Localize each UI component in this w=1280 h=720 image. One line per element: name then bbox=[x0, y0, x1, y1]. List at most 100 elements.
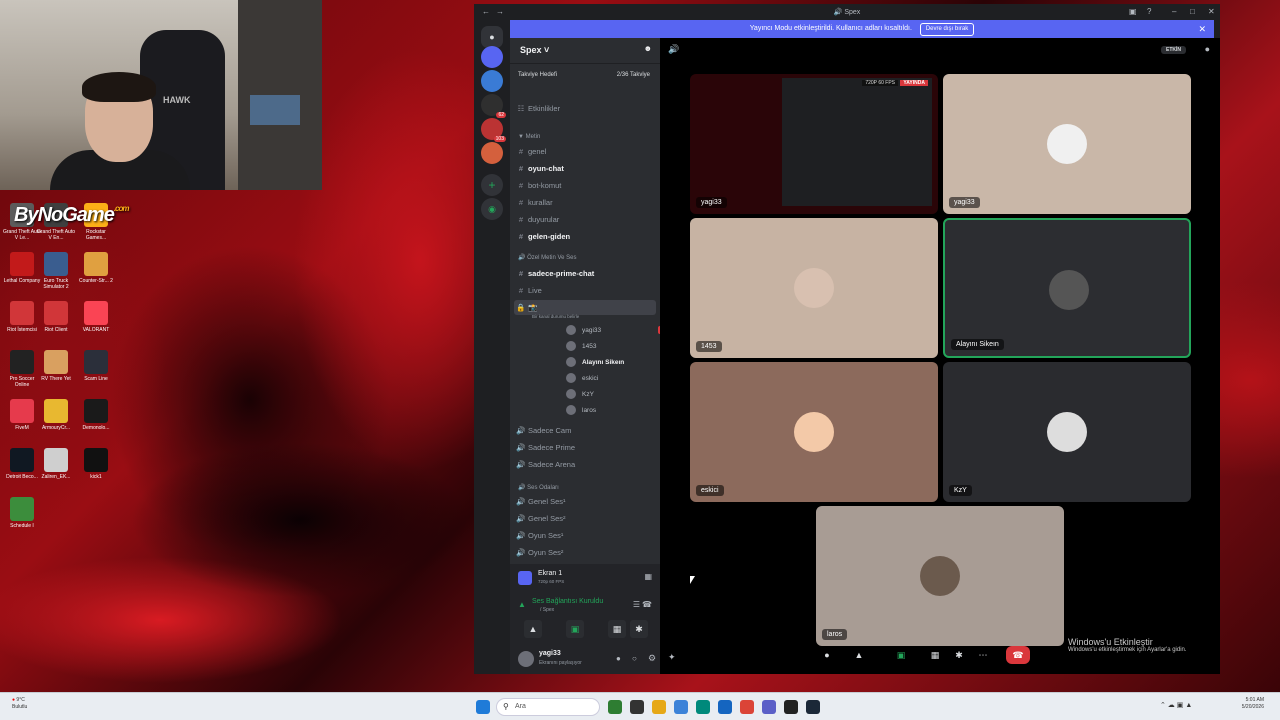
video-tile[interactable]: yagi33 bbox=[943, 74, 1191, 214]
github-icon[interactable] bbox=[784, 700, 798, 714]
mic-icon[interactable]: ● bbox=[616, 654, 621, 663]
stage-activities-icon[interactable]: ▦ bbox=[926, 646, 944, 664]
server-icon[interactable] bbox=[481, 70, 503, 92]
maximize-icon[interactable]: □ bbox=[1190, 7, 1195, 16]
text-channel[interactable]: # oyun-chat bbox=[514, 161, 656, 176]
special-channel[interactable]: # Live bbox=[514, 283, 656, 298]
text-channel[interactable]: # duyurular bbox=[514, 212, 656, 227]
activities-icon[interactable]: ▦ bbox=[608, 620, 626, 638]
chat-bubble-icon[interactable]: ● bbox=[1205, 44, 1210, 54]
disconnect-icon[interactable]: ☎ bbox=[642, 600, 652, 609]
stop-stream-icon[interactable]: ▦ bbox=[644, 572, 652, 581]
add-friend-icon[interactable]: ☻ bbox=[644, 44, 652, 53]
desktop-icon[interactable]: Counter-Str... 2 bbox=[76, 252, 116, 284]
desktop-icon[interactable]: Zaliren_EK... bbox=[36, 448, 76, 480]
voice-room[interactable]: 🔊 Genel Ses¹ bbox=[514, 494, 656, 509]
hash-icon: # bbox=[518, 198, 524, 207]
steam-icon[interactable] bbox=[806, 700, 820, 714]
desktop-icon[interactable]: Demonolo... bbox=[76, 399, 116, 431]
channel-name: Genel Ses² bbox=[528, 514, 566, 523]
server-icon[interactable]: 62 bbox=[481, 94, 506, 118]
connection-title[interactable]: Ses Bağlantısı Kuruldu bbox=[532, 598, 603, 605]
server-icon[interactable] bbox=[481, 46, 503, 68]
desktop-icon[interactable]: kick1 bbox=[76, 448, 116, 480]
clock[interactable]: 5:01 AM 5/20/2026 bbox=[1226, 697, 1264, 711]
text-channel[interactable]: # genel bbox=[514, 144, 656, 159]
voice-room[interactable]: 🔊 Genel Ses² bbox=[514, 511, 656, 526]
voice-channel[interactable]: 🔊 Sadece Cam bbox=[514, 423, 656, 438]
desktop-icon[interactable]: VALORANT bbox=[76, 301, 116, 333]
screen-share-icon[interactable]: ▣ bbox=[566, 620, 584, 638]
store-icon[interactable] bbox=[696, 700, 710, 714]
desktop-icon[interactable]: ArmouryCr... bbox=[36, 399, 76, 431]
inbox-icon[interactable]: ▣ bbox=[1129, 7, 1137, 16]
voice-channel[interactable]: 🔊 Sadece Arena bbox=[514, 457, 656, 472]
soundboard-icon[interactable]: ✱ bbox=[630, 620, 648, 638]
server-header[interactable]: Spex ˅ ☻ bbox=[510, 38, 660, 64]
video-tile[interactable]: KzY bbox=[943, 362, 1191, 502]
category-metin[interactable]: ▼ Metin bbox=[518, 134, 540, 140]
stage-soundboard-icon[interactable]: ✱ bbox=[950, 646, 968, 664]
camera-off-icon[interactable]: ▲ bbox=[524, 620, 542, 638]
user-avatar[interactable] bbox=[518, 651, 534, 667]
add-server-icon[interactable]: + bbox=[481, 174, 503, 196]
close-icon[interactable]: ✕ bbox=[1208, 7, 1215, 16]
desktop-icon-label: Scam Line bbox=[84, 376, 108, 382]
voice-room[interactable]: 🔊 Oyun Ses¹ bbox=[514, 528, 656, 543]
start-icon[interactable] bbox=[476, 700, 490, 714]
active-voice-channel[interactable]: 🔒 📸 bbox=[514, 300, 656, 315]
desktop-icon[interactable]: Riot Client bbox=[36, 301, 76, 333]
boost-goal[interactable]: Takviye Hedefi 2/36 Takviye bbox=[514, 68, 656, 83]
voice-room[interactable]: 🔊 Oyun Ses² bbox=[514, 545, 656, 560]
events-item[interactable]: ☷ Etkinlikler bbox=[514, 101, 656, 116]
stage-mic-icon[interactable]: ● bbox=[818, 646, 836, 664]
video-tile[interactable]: Alayını Sikeın bbox=[943, 218, 1191, 358]
discord-home-icon[interactable]: ● bbox=[481, 26, 503, 48]
stage-more-icon[interactable]: ⋯ bbox=[974, 646, 992, 664]
special-channel[interactable]: # sadece-prime-chat bbox=[514, 266, 656, 281]
desktop-icon[interactable]: Scam Line bbox=[76, 350, 116, 382]
category-ses[interactable]: 🔊 Ses Odaları bbox=[518, 484, 559, 491]
discord-icon[interactable] bbox=[762, 700, 776, 714]
terminal-icon[interactable] bbox=[630, 700, 644, 714]
chrome-icon[interactable] bbox=[740, 700, 754, 714]
desktop-icon[interactable]: RV There Yet bbox=[36, 350, 76, 382]
video-tile[interactable]: 720P 60 FPS YAYINDA yagi33 bbox=[690, 74, 938, 214]
banner-close-icon[interactable]: ✕ bbox=[1198, 20, 1206, 38]
speaker-icon: 🔊 bbox=[516, 514, 526, 523]
stage-share-icon[interactable]: ▣ bbox=[892, 646, 910, 664]
disable-button[interactable]: Devre dışı bırak bbox=[919, 23, 975, 36]
folder-icon[interactable] bbox=[652, 700, 666, 714]
video-tile[interactable]: eskici bbox=[690, 362, 938, 502]
server-icon[interactable]: 103 bbox=[481, 118, 506, 142]
taskbar-search[interactable]: ⚲ Ara bbox=[496, 698, 600, 716]
desktop-icon[interactable]: Schedule I bbox=[2, 497, 42, 529]
server-icon[interactable] bbox=[481, 142, 503, 164]
video-tile[interactable]: 1453 bbox=[690, 218, 938, 358]
video-tile[interactable]: laros bbox=[816, 506, 1064, 646]
edge-icon[interactable] bbox=[674, 700, 688, 714]
voice-channel-status[interactable]: Bir kanal durumu belirle bbox=[532, 314, 579, 319]
popout-icon[interactable]: ✦ bbox=[668, 652, 676, 663]
desktop-icon[interactable]: Euro Truck Simulator 2 bbox=[36, 252, 76, 290]
help-icon[interactable]: ? bbox=[1147, 7, 1151, 16]
category-ozel[interactable]: 🔊 Özel Metin Ve Ses bbox=[518, 254, 577, 261]
app-icon[interactable] bbox=[608, 700, 622, 714]
settings-gear-icon[interactable]: ⚙ bbox=[648, 653, 656, 664]
text-channel[interactable]: # bot-komut bbox=[514, 178, 656, 193]
noise-suppression-icon[interactable]: ☰ bbox=[633, 600, 640, 609]
stage-camera-icon[interactable]: ▲ bbox=[850, 646, 868, 664]
text-channel[interactable]: # gelen-giden bbox=[514, 229, 656, 244]
discover-icon[interactable]: ◉ bbox=[481, 198, 503, 220]
text-channel[interactable]: # kurallar bbox=[514, 195, 656, 210]
user-name: Alayını Sikeın bbox=[582, 359, 625, 366]
weather-widget[interactable]: ● 9°C Bulutlu bbox=[12, 697, 27, 711]
channel-name: bot-komut bbox=[528, 181, 562, 190]
word-icon[interactable] bbox=[718, 700, 732, 714]
minimize-icon[interactable]: – bbox=[1172, 7, 1176, 16]
stage-badge[interactable]: ETKİN bbox=[1161, 46, 1186, 54]
leave-call-button[interactable]: ☎ bbox=[1006, 646, 1030, 664]
voice-channel[interactable]: 🔊 Sadece Prime bbox=[514, 440, 656, 455]
signal-icon: ▲ bbox=[518, 600, 526, 609]
headset-icon[interactable]: ○ bbox=[632, 654, 637, 663]
